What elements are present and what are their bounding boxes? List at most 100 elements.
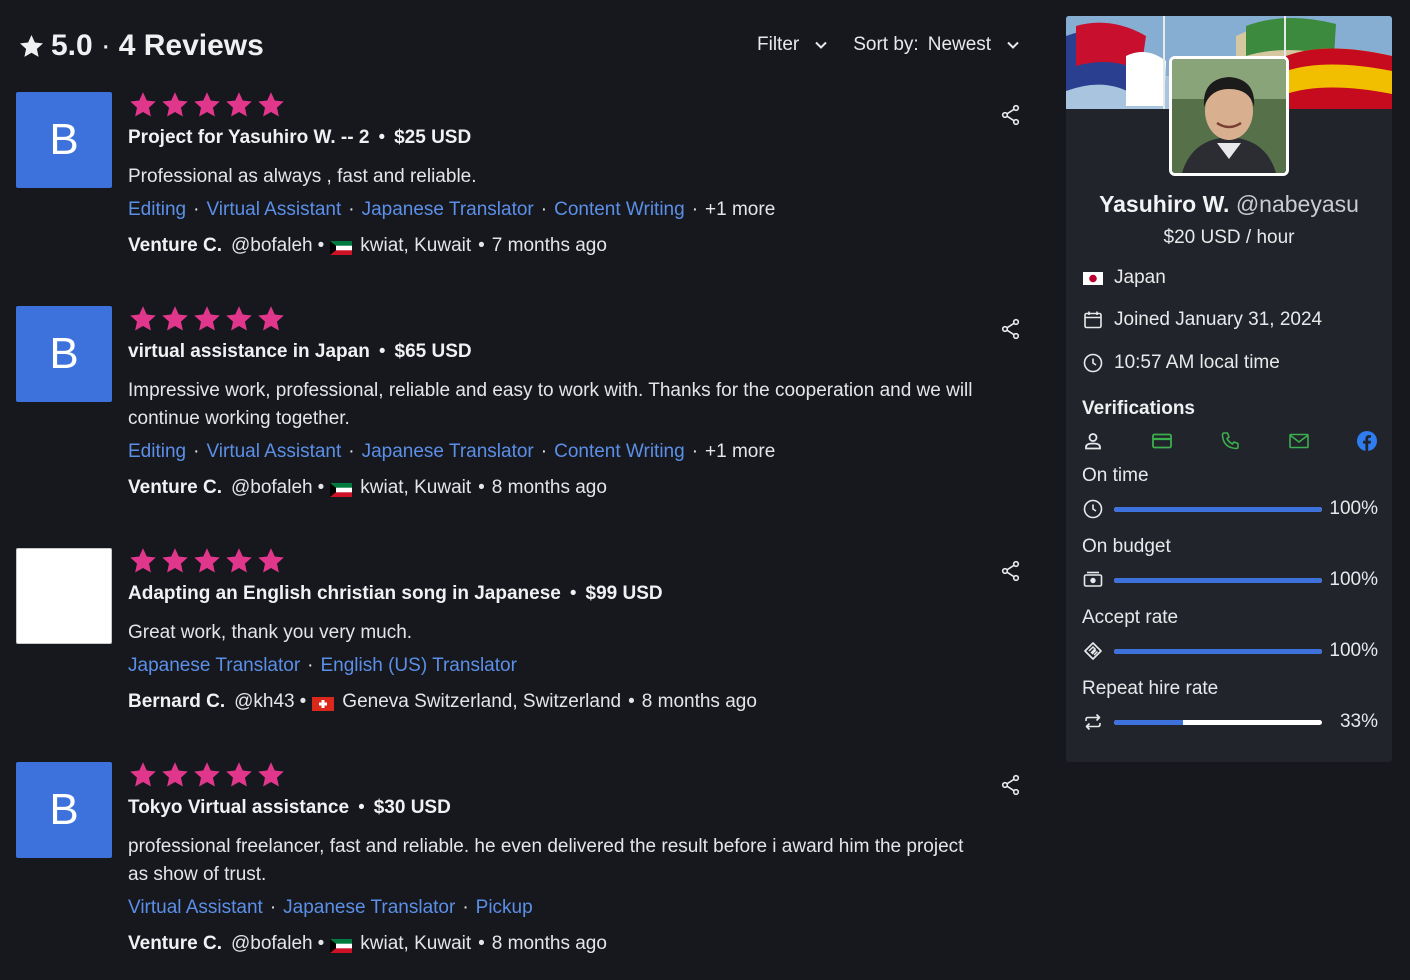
reviewer-handle[interactable]: @bofaleh — [231, 235, 313, 257]
avatar[interactable]: B — [16, 306, 112, 402]
sort-value: Newest — [927, 34, 992, 55]
country-name: Japan — [1114, 267, 1166, 288]
clock-icon — [1083, 499, 1103, 519]
clock-icon — [1083, 353, 1103, 373]
freelancer-name: Yasuhiro W. — [1099, 191, 1230, 217]
reviewer-location: kwiat, Kuwait — [360, 477, 472, 498]
project-name[interactable]: Tokyo Virtual assistance — [128, 797, 349, 818]
skill-tag[interactable]: Japanese Translator — [128, 655, 300, 676]
review-text: Great work, thank you very much. — [128, 622, 413, 643]
review-count: 4 Reviews — [118, 29, 264, 62]
reviewer-handle[interactable]: @kh43 — [234, 691, 295, 713]
stat-row-accept-rate: 100% — [1082, 639, 1378, 663]
star-icon — [194, 548, 220, 573]
skill-tag[interactable]: Japanese Translator — [362, 199, 534, 220]
stat-label-repeat-hire: Repeat hire rate — [1082, 678, 1219, 699]
avatar[interactable]: B — [16, 92, 112, 188]
user-icon[interactable] — [1082, 430, 1104, 452]
more-tags-button[interactable]: +1 more — [705, 199, 775, 220]
skill-tag[interactable]: Editing — [128, 441, 186, 462]
project-name[interactable]: Adapting an English christian song in Ja… — [128, 583, 561, 604]
star-icon — [258, 306, 284, 331]
credit-card-icon[interactable] — [1151, 430, 1173, 452]
review-time: 8 months ago — [491, 477, 607, 498]
star-icon — [130, 762, 156, 787]
title-separator: · — [100, 29, 111, 62]
star-icon — [194, 92, 220, 117]
repeat-icon — [1085, 713, 1101, 731]
reviewer-location: kwiat, Kuwait — [360, 235, 472, 256]
sort-label: Sort by: — [853, 34, 919, 55]
skill-tag[interactable]: Content Writing — [554, 199, 685, 220]
filter-dropdown[interactable]: Filter — [757, 34, 828, 56]
kuwait-flag — [330, 481, 353, 497]
stat-label-on-budget: On budget — [1082, 536, 1171, 557]
stat-label-on-time: On time — [1082, 465, 1149, 486]
star-icon — [226, 548, 252, 573]
skill-tag[interactable]: Content Writing — [554, 441, 685, 462]
reviewer-name[interactable]: Venture C. — [128, 933, 222, 955]
star-icon — [162, 548, 188, 573]
skill-tag[interactable]: Pickup — [476, 897, 533, 918]
star-icon — [194, 762, 220, 787]
review-title: Tokyo Virtual assistance • $30 USD — [128, 797, 451, 818]
project-price: $99 USD — [585, 583, 663, 604]
project-name[interactable]: Project for Yasuhiro W. -- 2 — [128, 127, 369, 148]
facebook-icon[interactable] — [1356, 430, 1378, 452]
skill-tag[interactable]: Editing — [128, 199, 186, 220]
project-name[interactable]: virtual assistance in Japan — [128, 341, 370, 362]
phone-icon[interactable] — [1219, 430, 1241, 452]
star-icon — [130, 306, 156, 331]
skill-tags: Editing · Virtual Assistant · Japanese Trans… — [128, 441, 776, 462]
star-rating — [128, 760, 988, 790]
skill-tag[interactable]: Virtual Assistant — [206, 199, 341, 220]
avatar[interactable] — [16, 548, 112, 644]
avatar[interactable]: B — [16, 762, 112, 858]
overall-rating: 5.0 — [51, 29, 93, 62]
star-icon — [226, 762, 252, 787]
reviewer-name[interactable]: Venture C. — [128, 477, 222, 499]
reviewer-info: Bernard C. @kh43 • Geneva Switzerland, Sw… — [128, 691, 757, 713]
skill-tag[interactable]: Virtual Assistant — [206, 441, 341, 462]
stat-value: 33% — [1339, 711, 1378, 732]
stat-value: 100% — [1329, 640, 1378, 661]
more-tags-button[interactable]: +1 more — [705, 441, 775, 462]
share-icon[interactable] — [1001, 774, 1021, 796]
reviewer-handle[interactable]: @bofaleh — [231, 477, 313, 499]
sort-dropdown[interactable]: Sort by: Newest — [853, 34, 1020, 56]
review-title: Adapting an English christian song in Ja… — [128, 583, 663, 604]
share-icon[interactable] — [1001, 104, 1021, 126]
star-icon — [162, 306, 188, 331]
filter-label: Filter — [757, 34, 800, 55]
profile-card: Yasuhiro W. @nabeyasu $20 USD / hour Jap… — [1066, 16, 1392, 762]
skill-tag[interactable]: English (US) Translator — [321, 655, 517, 676]
skill-tag[interactable]: Japanese Translator — [283, 897, 455, 918]
share-icon[interactable] — [1001, 560, 1021, 582]
skill-tag[interactable]: Virtual Assistant — [128, 897, 263, 918]
reviewer-handle[interactable]: @bofaleh — [231, 933, 313, 955]
progress-bar — [1114, 577, 1322, 583]
progress-bar — [1114, 648, 1322, 654]
reviewer-name[interactable]: Bernard C. — [128, 691, 225, 713]
reviewer-location: Geneva Switzerland, Switzerland — [342, 691, 622, 712]
reviewer-name[interactable]: Venture C. — [128, 235, 222, 257]
chevron-down-icon — [815, 41, 827, 49]
stat-value: 100% — [1329, 498, 1378, 519]
stat-row-on-budget: 100% — [1082, 568, 1378, 592]
share-icon[interactable] — [1001, 318, 1021, 340]
reviewer-location: kwiat, Kuwait — [360, 933, 472, 954]
star-icon — [20, 34, 43, 57]
local-time-row: 10:57 AM local time — [1082, 352, 1280, 374]
chevron-down-icon — [1007, 41, 1019, 49]
skill-tags: Virtual Assistant · Japanese Translator · Pi… — [128, 897, 533, 918]
verification-icons — [1082, 430, 1378, 452]
project-price: $65 USD — [394, 341, 472, 362]
profile-name: Yasuhiro W. @nabeyasu — [1066, 191, 1392, 218]
skill-tag[interactable]: Japanese Translator — [362, 441, 534, 462]
email-icon[interactable] — [1288, 430, 1310, 452]
star-icon — [226, 306, 252, 331]
stat-row-on-time: 100% — [1082, 497, 1378, 521]
avatar[interactable] — [1169, 56, 1289, 176]
project-price: $30 USD — [373, 797, 451, 818]
verifications-heading: Verifications — [1082, 398, 1195, 419]
